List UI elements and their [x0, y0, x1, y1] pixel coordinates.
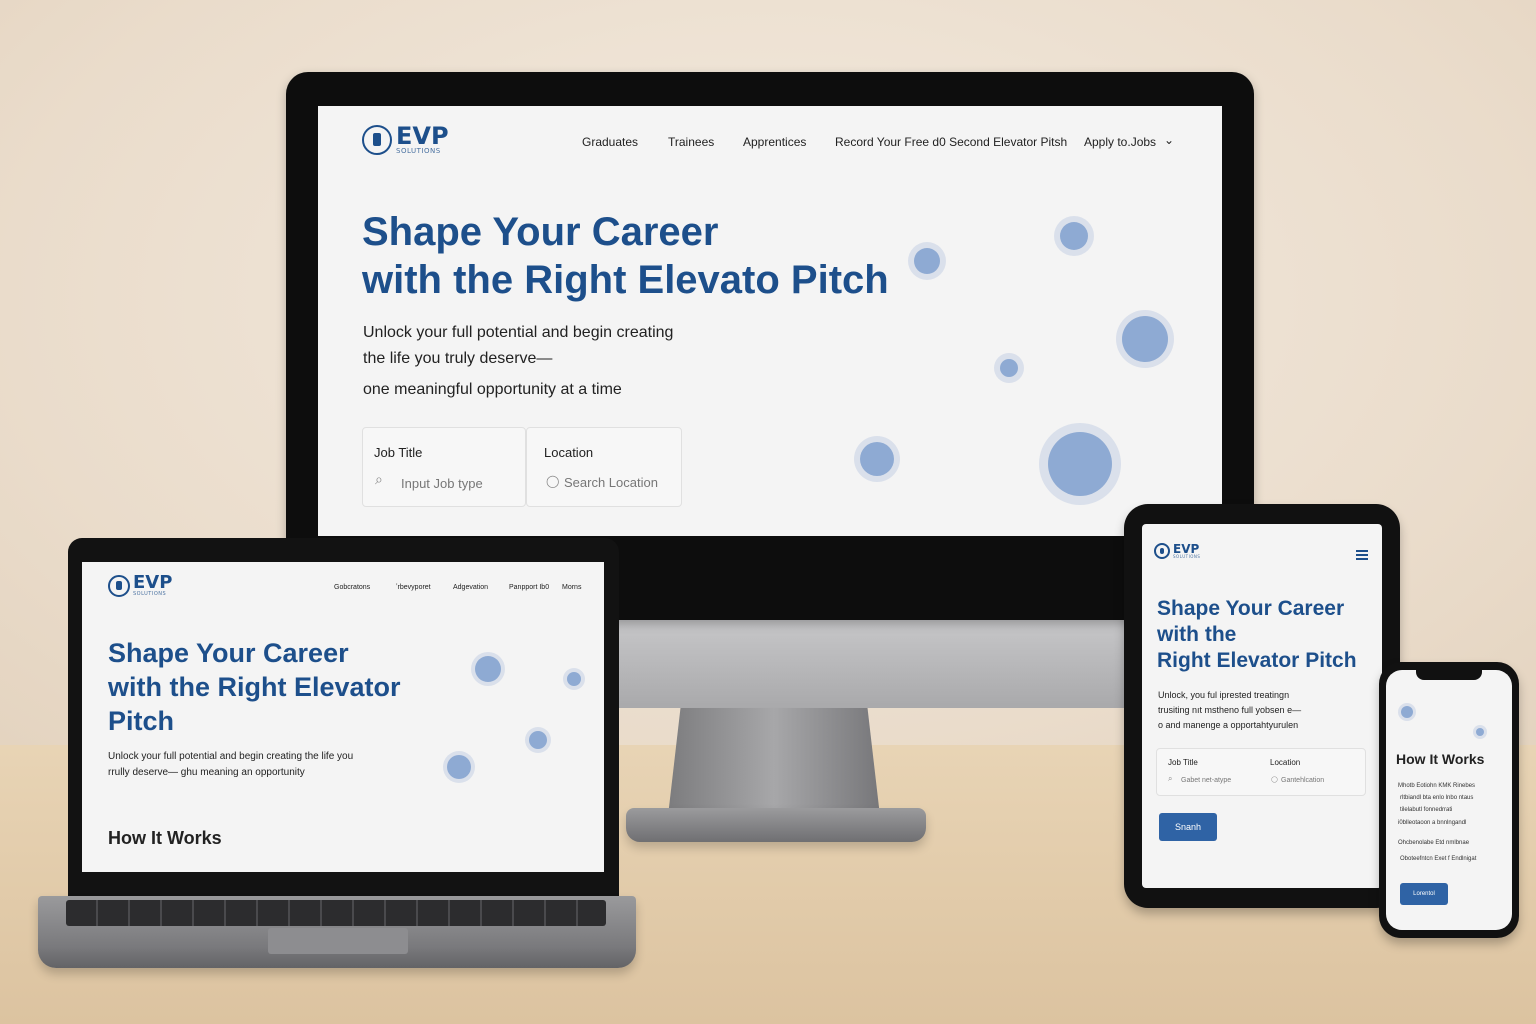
nav-trainees[interactable]: Trainees	[668, 135, 714, 149]
cta-button[interactable]: Lorentol	[1400, 883, 1448, 905]
nav-item[interactable]: Adgevation	[453, 584, 488, 591]
location-field[interactable]: Location ◯ Search Location	[526, 427, 682, 507]
decor-bubble	[1122, 316, 1168, 362]
hero-title-line3: Pitch	[108, 706, 175, 736]
step-text: Ohcbenolabe Etd nmlbnae	[1398, 840, 1470, 846]
decor-bubble	[860, 442, 894, 476]
job-title-label: Job Title	[1168, 758, 1198, 767]
logo-text: EVP	[396, 122, 449, 150]
step-text: tilelabutl fonnedrrati	[1400, 807, 1453, 813]
location-pin-icon: ◯	[1271, 776, 1278, 783]
step-text: Oboteefntcn Exet f Endlnigat	[1400, 856, 1477, 862]
hero-title: Shape Your Career with the Right Elevato…	[108, 636, 401, 738]
logo-subtext: SOLUTIONS	[133, 591, 167, 597]
laptop-screen: EVP SOLUTIONS Gobcratons ʼrbevyporet Adg…	[82, 562, 604, 872]
search-icon: ⌕	[1168, 774, 1173, 783]
hero-subtitle-line2: rrully deserve— ɡhu meaning an opportuni…	[108, 767, 305, 778]
hero-subtitle-line3: one meaningful opportunity at a time	[363, 381, 622, 398]
tablet-search-box[interactable]: Job Title ⌕ Gabet net-atype Location ◯ G…	[1156, 748, 1366, 796]
search-icon: ⌕	[375, 472, 383, 488]
hero-subtitle-line2: trusiting nıt mstheno full yobsen e—	[1158, 705, 1302, 715]
search-button[interactable]: Snanh	[1159, 813, 1217, 841]
decor-bubble	[1060, 222, 1088, 250]
nav-apply-jobs[interactable]: Apply to.Jobs	[1084, 135, 1156, 149]
location-label: Location	[544, 445, 594, 460]
step-text: rltbiandl bta enlo lnbo ntaus	[1400, 795, 1474, 801]
hero-title-line3: Right Elevator Pitch	[1157, 649, 1357, 672]
hero-title-line2: with the Right Elevato Pitch	[362, 258, 889, 302]
job-title-input[interactable]: Input Job type	[401, 476, 483, 491]
logo-text: EVP	[133, 572, 173, 593]
phone-notch	[1416, 670, 1482, 680]
decor-bubble	[1000, 359, 1018, 377]
how-it-works-heading: How It Works	[108, 828, 222, 848]
nav-graduates[interactable]: Graduates	[582, 135, 638, 149]
decor-bubble	[475, 656, 501, 682]
location-input[interactable]: Gantehlcation	[1281, 777, 1324, 784]
hero-title-line2: with the Right Elevator	[108, 672, 401, 702]
logo-icon	[1154, 543, 1170, 559]
tablet-screen: EVP SOLUTIONS Shape Your Career with the…	[1142, 524, 1382, 888]
logo-icon	[108, 574, 130, 597]
chevron-down-icon[interactable]: ⌄	[1164, 133, 1174, 147]
hero-subtitle-line3: o and manenge a opportahtyurulen	[1158, 720, 1299, 730]
logo-subtext: SOLUTIONS	[396, 147, 441, 155]
nav-item[interactable]: Panpport Ib0	[509, 584, 549, 591]
hero-subtitle: Unlock your full potential and begin cre…	[108, 749, 353, 781]
hero-subtitle: Unlock your full potential and begin cre…	[363, 320, 673, 403]
decor-bubble	[529, 731, 547, 749]
desktop-logo[interactable]: EVP SOLUTIONS	[362, 124, 449, 155]
decor-bubble	[914, 248, 940, 274]
decor-bubble	[1476, 728, 1484, 736]
nav-apprentices[interactable]: Apprentices	[743, 135, 806, 149]
nav-record-pitch[interactable]: Record Your Free d0 Second Elevator Pits…	[835, 135, 1067, 149]
decor-bubble	[1401, 706, 1413, 718]
hero-subtitle-line1: Unlock, you ful iprested treatingn	[1158, 690, 1290, 700]
laptop-trackpad	[268, 928, 408, 954]
laptop-logo[interactable]: EVP SOLUTIONS	[108, 574, 172, 597]
job-title-input[interactable]: Gabet net-atype	[1181, 777, 1231, 784]
hero-title-line1: Shape Your Career	[108, 638, 349, 668]
logo-subtext: SOLUTIONS	[1173, 554, 1201, 559]
hero-subtitle-line2: the life you truly deserve—	[363, 350, 553, 367]
location-input[interactable]: Search Location	[564, 475, 658, 490]
monitor-stand-neck	[668, 706, 880, 816]
job-title-field[interactable]: Job Title ⌕ Input Job type	[362, 427, 526, 507]
hero-title-line1: Shape Your Career	[1157, 597, 1345, 620]
step-text: Mhotb Eotiohn KMK Rinebes	[1398, 783, 1476, 789]
nav-item[interactable]: ʼrbevyporet	[396, 584, 431, 591]
hero-title-line2: with the	[1157, 623, 1237, 646]
nav-item[interactable]: Morns	[562, 584, 581, 591]
decor-bubble	[447, 755, 471, 779]
decor-bubble	[1048, 432, 1112, 496]
desktop-screen: EVP SOLUTIONS Graduates Trainees Apprent…	[318, 106, 1222, 536]
nav-item[interactable]: Gobcratons	[334, 584, 370, 591]
hero-title-line1: Shape Your Career	[362, 210, 719, 254]
tablet-logo[interactable]: EVP SOLUTIONS	[1154, 543, 1200, 559]
hero-title: Shape Your Career with the Right Elevato…	[1157, 596, 1357, 674]
step-text: i0blleotaoon a bnnlngandl	[1398, 820, 1467, 826]
hero-title: Shape Your Career with the Right Elevato…	[362, 208, 889, 304]
decor-bubble	[567, 672, 581, 686]
location-pin-icon: ◯	[546, 474, 560, 488]
phone-screen: How It Works Mhotb Eotiohn KMK Rinebes r…	[1386, 670, 1512, 930]
how-it-works-heading: How It Works	[1396, 751, 1485, 767]
job-title-label: Job Title	[374, 445, 423, 460]
hero-subtitle-line1: Unlock your full potential and begin cre…	[108, 751, 354, 762]
location-label: Location	[1270, 758, 1301, 767]
logo-icon	[362, 124, 392, 155]
monitor-stand-foot	[626, 808, 926, 842]
laptop-keyboard	[66, 900, 606, 926]
hero-subtitle-line1: Unlock your full potential and begin cre…	[363, 324, 674, 341]
hero-subtitle: Unlock, you ful iprested treatingn trusi…	[1158, 688, 1301, 733]
hamburger-menu-icon[interactable]	[1356, 550, 1368, 560]
